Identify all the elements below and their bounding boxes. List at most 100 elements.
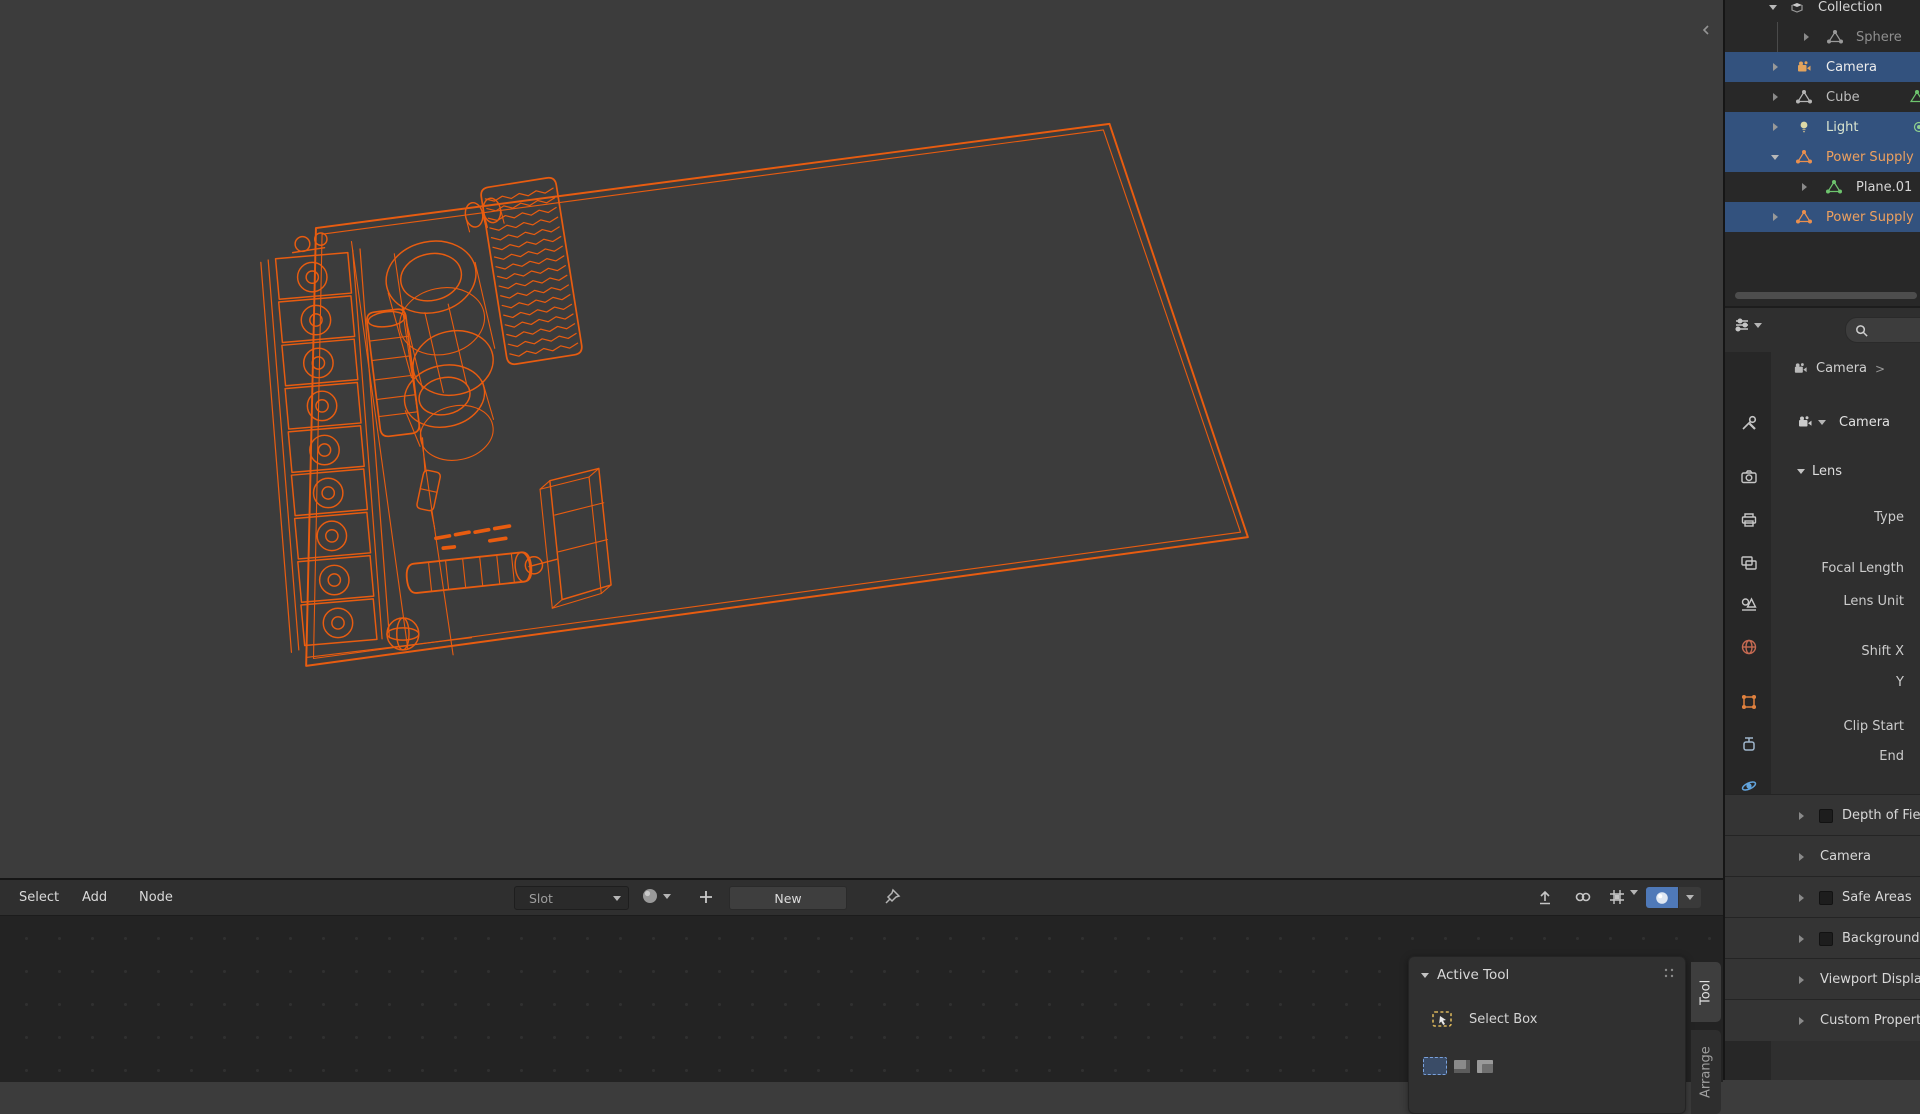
snap-dropdown[interactable] bbox=[1630, 895, 1638, 910]
select-mode-options bbox=[1423, 1057, 1493, 1075]
outliner-row-power-supply[interactable]: Power Supply bbox=[1725, 142, 1920, 172]
active-tool-panel: Active Tool Select Box bbox=[1408, 956, 1686, 1114]
chevron-down-icon bbox=[1421, 973, 1429, 978]
section-label: Custom Properties bbox=[1820, 1013, 1920, 1028]
output-icon bbox=[1740, 511, 1758, 529]
tab-scene[interactable] bbox=[1727, 587, 1771, 621]
grid-snap-icon bbox=[1608, 888, 1626, 906]
sidebar-tab-arrange[interactable]: Arrange bbox=[1691, 1030, 1721, 1114]
material-sphere-icon bbox=[641, 887, 659, 905]
properties-search-field[interactable] bbox=[1845, 317, 1920, 343]
shader-editor-header: Select Add Node Slot New bbox=[0, 880, 1723, 916]
outliner-label: Cube bbox=[1826, 90, 1860, 105]
tab-tool[interactable] bbox=[1727, 406, 1771, 440]
preview-shading-toggle[interactable] bbox=[1646, 887, 1678, 908]
menu-node[interactable]: Node bbox=[135, 880, 177, 915]
disclosure-triangle-icon[interactable] bbox=[1804, 33, 1809, 41]
chevron-down-icon bbox=[1754, 323, 1762, 328]
active-tool-header[interactable]: Active Tool bbox=[1421, 967, 1509, 983]
chevron-down-icon bbox=[1630, 890, 1638, 910]
tab-render[interactable] bbox=[1727, 460, 1771, 494]
field-label-shift-y: Y bbox=[1896, 675, 1904, 690]
section-background-images[interactable]: Background Images bbox=[1725, 917, 1920, 959]
camera-data-name-field[interactable]: Camera bbox=[1797, 414, 1890, 430]
outliner-row-collection[interactable]: Collection bbox=[1725, 0, 1920, 22]
breadcrumb[interactable]: Camera > bbox=[1793, 361, 1885, 376]
field-label-focal-length: Focal Length bbox=[1821, 561, 1904, 576]
disclosure-triangle-icon[interactable] bbox=[1773, 93, 1778, 101]
world-icon bbox=[1740, 638, 1758, 656]
outliner-label: Light bbox=[1826, 120, 1858, 135]
disclosure-triangle-icon[interactable] bbox=[1773, 213, 1778, 221]
section-depth-of-field[interactable]: Depth of Field bbox=[1725, 794, 1920, 836]
tab-constraints[interactable] bbox=[1727, 727, 1771, 761]
editor-type-dropdown[interactable] bbox=[1733, 316, 1762, 334]
select-mode-subtract-icon[interactable] bbox=[1477, 1060, 1493, 1073]
outliner-row-camera[interactable]: Camera bbox=[1725, 52, 1920, 82]
sidebar-collapse-toggle[interactable] bbox=[1698, 20, 1714, 40]
new-material-button[interactable]: New bbox=[729, 886, 847, 910]
mesh-object-icon bbox=[1796, 89, 1812, 105]
section-label: Background Images bbox=[1842, 931, 1920, 946]
shading-dropdown[interactable] bbox=[1679, 887, 1701, 908]
disclosure-triangle-icon bbox=[1799, 853, 1804, 861]
outliner-row-sphere[interactable]: Sphere bbox=[1725, 22, 1920, 52]
section-camera[interactable]: Camera bbox=[1725, 835, 1920, 877]
blender-window: { "colors": { "wireframe_orange": "#e85c… bbox=[0, 0, 1920, 1080]
outliner-row-light[interactable]: Light bbox=[1725, 112, 1920, 142]
add-slot-button[interactable] bbox=[697, 888, 715, 906]
pin-button[interactable] bbox=[883, 888, 901, 906]
material-slot-dropdown[interactable]: Slot bbox=[514, 886, 629, 910]
viewport-3d[interactable] bbox=[0, 0, 1723, 878]
depth-of-field-checkbox[interactable] bbox=[1819, 809, 1833, 823]
render-icon bbox=[1740, 468, 1758, 486]
panel-drag-handle[interactable] bbox=[1663, 967, 1675, 983]
id-name-value: Camera bbox=[1839, 415, 1890, 430]
snap-target-button[interactable] bbox=[1536, 888, 1554, 906]
mesh-object-icon bbox=[1796, 209, 1812, 225]
sidebar-tab-tool[interactable]: Tool bbox=[1691, 962, 1721, 1022]
snap-grid-button[interactable] bbox=[1608, 888, 1626, 906]
material-browse-button[interactable] bbox=[641, 887, 671, 905]
section-custom-properties[interactable]: Custom Properties bbox=[1725, 999, 1920, 1041]
background-images-checkbox[interactable] bbox=[1819, 932, 1833, 946]
select-mode-new-icon[interactable] bbox=[1423, 1057, 1447, 1075]
disclosure-triangle-icon[interactable] bbox=[1771, 155, 1779, 160]
menu-add[interactable]: Add bbox=[78, 880, 111, 915]
tab-world[interactable] bbox=[1727, 630, 1771, 664]
select-mode-extend-icon[interactable] bbox=[1454, 1060, 1470, 1073]
search-icon bbox=[1854, 323, 1869, 338]
constraints-icon bbox=[1740, 735, 1758, 753]
select-box-tool[interactable]: Select Box bbox=[1429, 1007, 1537, 1031]
menu-select[interactable]: Select bbox=[15, 880, 63, 915]
new-button-label: New bbox=[774, 891, 801, 906]
select-box-icon bbox=[1429, 1007, 1455, 1031]
outliner-row-cube[interactable]: Cube bbox=[1725, 82, 1920, 112]
disclosure-triangle-icon[interactable] bbox=[1773, 123, 1778, 131]
pin-icon bbox=[883, 888, 901, 906]
right-panel: Collection Sphere Camera Cube bbox=[1723, 0, 1920, 1080]
mesh-object-icon bbox=[1827, 29, 1843, 45]
tab-object[interactable] bbox=[1727, 685, 1771, 719]
section-viewport-display[interactable]: Viewport Display bbox=[1725, 958, 1920, 1000]
scene-icon bbox=[1740, 595, 1758, 613]
collection-icon bbox=[1789, 0, 1805, 15]
disclosure-triangle-icon[interactable] bbox=[1802, 183, 1807, 191]
outliner-horizontal-scrollbar[interactable] bbox=[1735, 292, 1917, 299]
tab-output[interactable] bbox=[1727, 503, 1771, 537]
hierarchy-guide-line bbox=[1777, 22, 1778, 52]
disclosure-triangle-icon[interactable] bbox=[1773, 63, 1778, 71]
mesh-data-icon bbox=[1826, 179, 1842, 195]
tool-icon bbox=[1740, 414, 1758, 432]
field-label-type: Type bbox=[1874, 510, 1904, 525]
tab-view-layer[interactable] bbox=[1727, 546, 1771, 580]
outliner-row-power-supply-2[interactable]: Power Supply bbox=[1725, 202, 1920, 232]
shader-node-canvas[interactable]: Active Tool Select Box Tool Arrang bbox=[0, 916, 1723, 1082]
disclosure-triangle-icon[interactable] bbox=[1769, 5, 1777, 10]
section-safe-areas[interactable]: Safe Areas bbox=[1725, 876, 1920, 918]
lens-section-header[interactable]: Lens bbox=[1797, 464, 1842, 479]
link-nodes-button[interactable] bbox=[1574, 888, 1592, 906]
outliner-row-plane[interactable]: Plane.01 bbox=[1725, 172, 1920, 202]
field-label-clip-end: End bbox=[1879, 749, 1904, 764]
chevron-down-icon bbox=[1797, 469, 1805, 474]
